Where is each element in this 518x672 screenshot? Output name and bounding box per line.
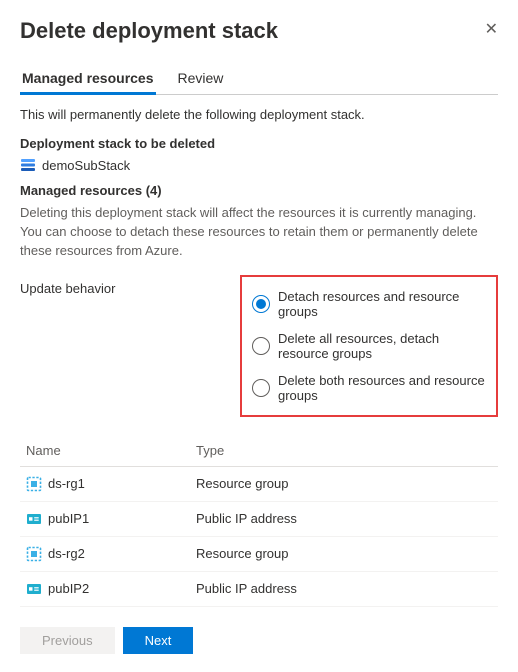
resource-name: ds-rg2 <box>48 546 85 561</box>
table-row: ds-rg2 Resource group <box>20 537 498 572</box>
next-button[interactable]: Next <box>123 627 194 654</box>
radio-detach[interactable]: Detach resources and resource groups <box>250 283 488 325</box>
resource-group-icon <box>26 476 42 492</box>
update-behavior-label: Update behavior <box>20 275 230 296</box>
resource-name: pubIP2 <box>48 581 89 596</box>
public-ip-icon <box>26 581 42 597</box>
radio-icon <box>252 337 270 355</box>
managed-resources-header: Managed resources (4) <box>20 183 498 198</box>
radio-delete-both[interactable]: Delete both resources and resource group… <box>250 367 488 409</box>
stack-icon <box>20 157 36 173</box>
tab-bar: Managed resources Review <box>20 64 498 95</box>
intro-text: This will permanently delete the followi… <box>20 107 498 122</box>
public-ip-icon <box>26 511 42 527</box>
radio-icon <box>252 379 270 397</box>
resource-name: pubIP1 <box>48 511 89 526</box>
page-title: Delete deployment stack <box>20 18 278 44</box>
resource-type: Public IP address <box>196 581 492 596</box>
previous-button[interactable]: Previous <box>20 627 115 654</box>
tab-managed-resources[interactable]: Managed resources <box>20 64 156 94</box>
stack-name: demoSubStack <box>42 158 130 173</box>
radio-delete-all[interactable]: Delete all resources, detach resource gr… <box>250 325 488 367</box>
column-type-header: Type <box>196 443 492 458</box>
stack-row: demoSubStack <box>20 157 498 173</box>
resource-type: Resource group <box>196 546 492 561</box>
column-name-header: Name <box>26 443 196 458</box>
managed-resources-desc: Deleting this deployment stack will affe… <box>20 204 498 261</box>
radio-icon <box>252 295 270 313</box>
table-row: ds-rg1 Resource group <box>20 467 498 502</box>
resource-table: Name Type ds-rg1 Resource group pubIP1 Publ… <box>20 435 498 607</box>
resource-name: ds-rg1 <box>48 476 85 491</box>
update-behavior-radio-group: Detach resources and resource groups Del… <box>240 275 498 417</box>
footer-buttons: Previous Next <box>20 627 498 654</box>
resource-type: Resource group <box>196 476 492 491</box>
radio-label: Detach resources and resource groups <box>278 289 486 319</box>
tab-review[interactable]: Review <box>176 64 226 94</box>
close-icon[interactable]: ✕ <box>485 22 498 38</box>
table-header: Name Type <box>20 435 498 467</box>
table-row: pubIP1 Public IP address <box>20 502 498 537</box>
radio-label: Delete both resources and resource group… <box>278 373 486 403</box>
resource-type: Public IP address <box>196 511 492 526</box>
stack-to-delete-header: Deployment stack to be deleted <box>20 136 498 151</box>
table-row: pubIP2 Public IP address <box>20 572 498 607</box>
resource-group-icon <box>26 546 42 562</box>
radio-label: Delete all resources, detach resource gr… <box>278 331 486 361</box>
